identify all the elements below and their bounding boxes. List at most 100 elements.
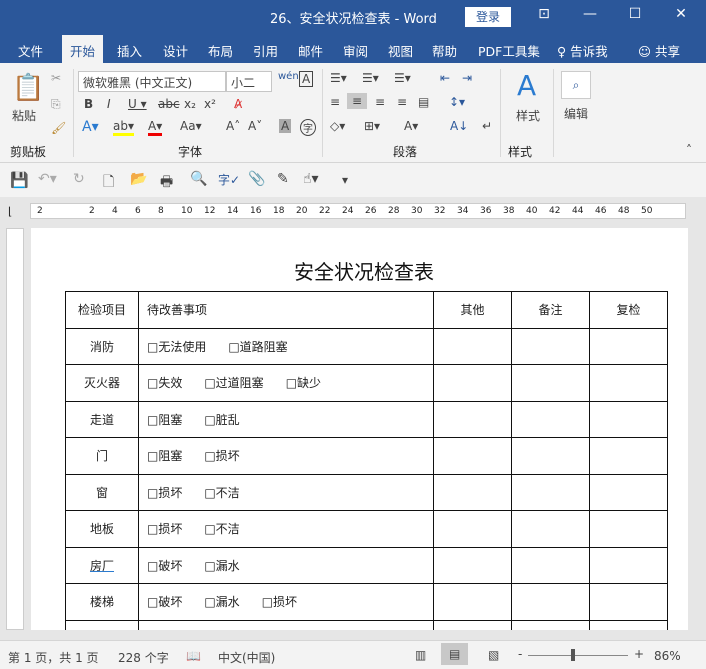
table-header-cell[interactable]: 待改善事项 xyxy=(138,291,434,329)
options-cell[interactable]: □无法使用 □道路阻塞 xyxy=(138,327,434,365)
share-button[interactable]: ☺ 共享 xyxy=(638,41,680,60)
edit-icon[interactable]: ✎ xyxy=(277,171,289,187)
checkbox-option[interactable]: □漏水 xyxy=(204,595,239,609)
customize-qat-icon[interactable]: ▾ xyxy=(342,173,348,187)
tab-stop-icon[interactable]: ⌊ xyxy=(8,205,12,218)
shrink-font-icon[interactable]: A˅ xyxy=(248,119,262,133)
cut-icon[interactable]: ✂ xyxy=(51,71,61,85)
checkbox-option[interactable]: □道路阻塞 xyxy=(228,340,287,354)
save-icon[interactable]: 💾 xyxy=(10,171,29,189)
zoom-slider[interactable] xyxy=(528,655,628,656)
options-cell[interactable]: □阻塞 □损坏 xyxy=(138,437,434,475)
item-cell[interactable]: 灭火器 xyxy=(65,364,139,402)
checkbox-option[interactable]: □损坏 xyxy=(147,486,182,500)
editing-button[interactable]: 编辑 xyxy=(564,105,588,122)
tab-home[interactable]: 开始 xyxy=(62,35,104,63)
styles-icon[interactable]: A xyxy=(517,69,536,102)
tab-mailings[interactable]: 邮件 xyxy=(298,41,323,60)
document-page[interactable]: 安全状况检查表 检验项目 待改善事项 其他 备注 复检 消防 □无法使用 □道路阻塞 灭火器 □失… xyxy=(31,228,688,630)
new-document-icon[interactable]: 🗋 xyxy=(103,171,114,195)
print-icon[interactable]: 🖶 xyxy=(160,171,173,195)
item-cell[interactable]: 消防 xyxy=(65,327,139,365)
empty-cell[interactable] xyxy=(589,327,668,365)
table-header-cell[interactable]: 检验项目 xyxy=(65,291,139,329)
empty-cell[interactable] xyxy=(511,327,590,365)
copy-icon[interactable]: ⎘ xyxy=(51,97,61,112)
proofing-icon[interactable]: 📖 xyxy=(186,649,201,663)
tab-design[interactable]: 设计 xyxy=(163,41,188,60)
options-cell[interactable]: □破坏 □漏水 xyxy=(138,546,434,584)
item-cell[interactable]: 走道 xyxy=(65,400,139,438)
checkbox-option[interactable]: □损坏 xyxy=(262,595,297,609)
bullets-icon[interactable]: ☰▾ xyxy=(330,71,347,85)
page-count[interactable]: 第 1 页，共 1 页 xyxy=(8,649,99,666)
horizontal-ruler[interactable]: 2 2 4 6 8 10 12 14 16 18 20 22 24 26 28 30 32 34 36 38 40 42 4… xyxy=(30,203,686,219)
checkbox-option[interactable]: □损坏 xyxy=(204,449,239,463)
empty-cell[interactable] xyxy=(589,619,668,630)
underline-icon[interactable]: U ▾ xyxy=(128,97,147,111)
highlight-icon[interactable]: ab▾ xyxy=(113,119,134,136)
item-cell[interactable]: 房厂 xyxy=(65,546,139,584)
options-cell[interactable]: □阻塞 □脏乱 xyxy=(138,400,434,438)
increase-indent-icon[interactable]: ⇥ xyxy=(462,71,472,85)
grow-font-icon[interactable]: A˄ xyxy=(226,119,240,133)
bold-icon[interactable]: B xyxy=(84,97,93,111)
checkbox-option[interactable]: □无法使用 xyxy=(147,340,206,354)
font-name-select[interactable]: 微软雅黑 (中文正文) xyxy=(78,71,226,92)
empty-cell[interactable] xyxy=(511,364,590,402)
change-case-icon[interactable]: Aa▾ xyxy=(180,119,202,133)
word-count[interactable]: 228 个字 xyxy=(118,649,169,666)
multilevel-list-icon[interactable]: ☰▾ xyxy=(394,71,411,85)
empty-cell[interactable] xyxy=(433,327,512,365)
inspection-table[interactable]: 检验项目 待改善事项 其他 备注 复检 消防 □无法使用 □道路阻塞 灭火器 □失效 □过道阻塞 □缺… xyxy=(65,291,668,630)
empty-cell[interactable] xyxy=(433,583,512,621)
checkbox-option[interactable]: □脏乱 xyxy=(204,413,239,427)
char-border-icon[interactable]: A xyxy=(299,71,314,87)
format-painter-icon[interactable]: 🖌 xyxy=(51,121,66,135)
options-cell[interactable]: □破坏 □漏水 □损坏 xyxy=(138,583,434,621)
line-spacing-icon[interactable]: ↕▾ xyxy=(449,95,465,109)
open-folder-icon[interactable]: 📂 xyxy=(130,171,147,187)
empty-cell[interactable] xyxy=(589,437,668,475)
distributed-icon[interactable]: ▤ xyxy=(418,95,429,109)
undo-icon[interactable]: ↶▾ xyxy=(38,171,57,187)
empty-cell[interactable] xyxy=(589,473,668,511)
touch-mode-icon[interactable]: ☝▾ xyxy=(303,171,319,187)
phonetic-guide-icon[interactable]: wén xyxy=(278,71,299,82)
empty-cell[interactable] xyxy=(138,619,434,630)
ribbon-display-icon[interactable]: ⊡ xyxy=(534,6,554,22)
language[interactable]: 中文(中国) xyxy=(218,649,275,666)
checkbox-option[interactable]: □不洁 xyxy=(204,486,239,500)
close-button[interactable]: ✕ xyxy=(671,6,691,22)
enclose-char-icon[interactable]: 字 xyxy=(300,119,316,136)
font-color-icon[interactable]: A▾ xyxy=(148,119,163,136)
table-header-cell[interactable]: 其他 xyxy=(433,291,512,329)
empty-cell[interactable] xyxy=(589,364,668,402)
empty-cell[interactable] xyxy=(433,400,512,438)
vertical-ruler[interactable] xyxy=(6,228,24,630)
empty-cell[interactable] xyxy=(433,364,512,402)
tab-review[interactable]: 审阅 xyxy=(343,41,368,60)
font-size-select[interactable]: 小二 xyxy=(226,71,272,92)
empty-cell[interactable] xyxy=(511,473,590,511)
table-header-cell[interactable]: 备注 xyxy=(511,291,590,329)
empty-cell[interactable] xyxy=(511,546,590,584)
checkbox-option[interactable]: □缺少 xyxy=(286,376,321,390)
checkbox-option[interactable]: □损坏 xyxy=(147,522,182,536)
borders-icon[interactable]: ⊞▾ xyxy=(364,119,380,133)
empty-cell[interactable] xyxy=(589,583,668,621)
numbering-icon[interactable]: ☰▾ xyxy=(362,71,379,85)
char-shading-icon[interactable]: A xyxy=(279,119,292,133)
empty-cell[interactable] xyxy=(589,400,668,438)
tell-me[interactable]: ♀ 告诉我 xyxy=(557,41,608,60)
tab-layout[interactable]: 布局 xyxy=(208,41,233,60)
checkbox-option[interactable]: □阻塞 xyxy=(147,413,182,427)
tab-pdf-tools[interactable]: PDF工具集 xyxy=(478,41,540,60)
redo-icon[interactable]: ↻ xyxy=(73,171,85,187)
item-cell[interactable]: 窗 xyxy=(65,473,139,511)
minimize-button[interactable]: — xyxy=(580,6,600,22)
tab-references[interactable]: 引用 xyxy=(253,41,278,60)
shading-icon[interactable]: ◇▾ xyxy=(330,119,345,133)
superscript-icon[interactable]: x² xyxy=(204,97,216,111)
tab-view[interactable]: 视图 xyxy=(388,41,413,60)
